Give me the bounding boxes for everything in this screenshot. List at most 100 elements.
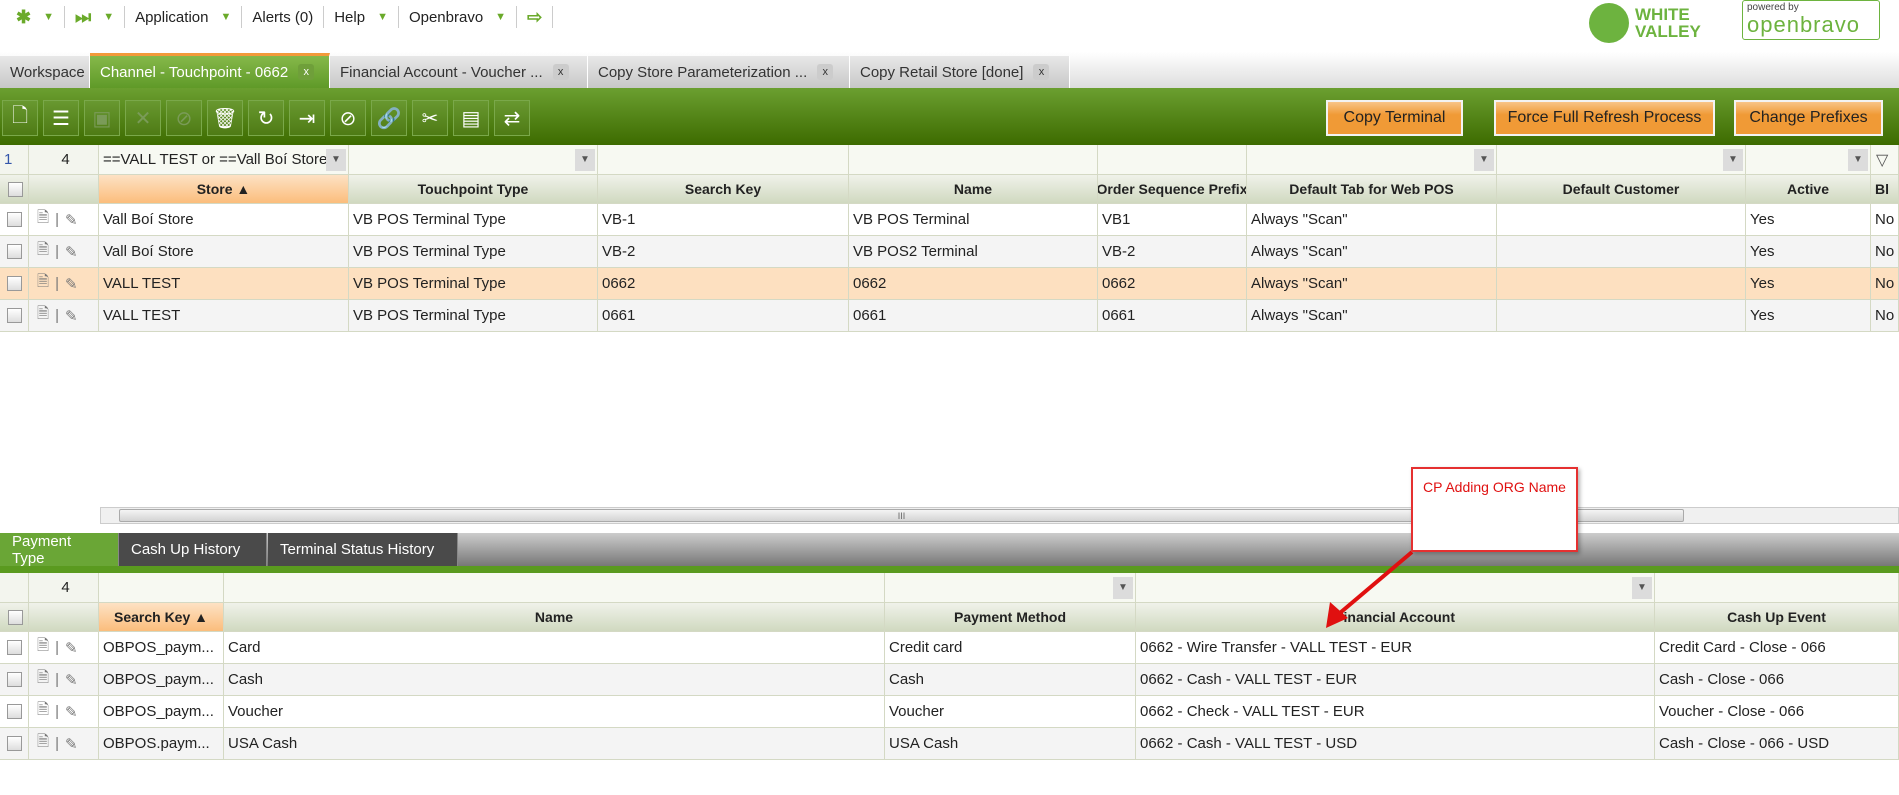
subtab-1[interactable]: Cash Up History: [119, 533, 267, 566]
column-header[interactable]: Order Sequence Prefix: [1098, 175, 1247, 203]
dropdown-arrow-icon[interactable]: ▼: [326, 149, 346, 171]
quick-create-menu[interactable]: ✱ ▼: [6, 6, 65, 28]
copy-terminal-button[interactable]: Copy Terminal: [1326, 100, 1463, 136]
close-icon[interactable]: x: [817, 64, 834, 80]
open-form-icon[interactable]: 🗎: [37, 635, 49, 660]
row-checkbox-cell[interactable]: [0, 696, 29, 727]
quick-launch-menu[interactable]: ⏭ ▼: [65, 6, 126, 28]
column-header[interactable]: Search Key: [598, 175, 849, 203]
close-icon[interactable]: x: [298, 64, 315, 80]
open-form-icon[interactable]: 🗎: [37, 731, 49, 756]
column-header[interactable]: Default Customer: [1497, 175, 1746, 203]
row-checkbox[interactable]: [7, 640, 22, 655]
open-form-icon[interactable]: 🗎: [37, 667, 49, 692]
subtab-2[interactable]: Terminal Status History: [268, 533, 458, 566]
open-form-icon[interactable]: 🗎: [37, 699, 49, 724]
tab-4[interactable]: Copy Retail Store [done] x: [850, 56, 1070, 88]
row-checkbox-cell[interactable]: [0, 664, 29, 695]
alerts-link[interactable]: Alerts (0): [242, 6, 325, 28]
column-header[interactable]: Bl: [1871, 175, 1899, 203]
column-header[interactable]: Name: [849, 175, 1098, 203]
row-checkbox[interactable]: [7, 212, 22, 227]
select-all-checkbox[interactable]: [8, 181, 23, 197]
refresh-button[interactable]: ↻: [248, 100, 284, 136]
change-prefixes-button[interactable]: Change Prefixes: [1734, 100, 1883, 136]
undo-button[interactable]: ✕: [125, 100, 161, 136]
dropdown-arrow-icon[interactable]: ▼: [1848, 149, 1868, 171]
filter-input[interactable]: ▼: [885, 573, 1136, 602]
row-checkbox[interactable]: [7, 308, 22, 323]
open-form-icon[interactable]: 🗎: [37, 271, 49, 296]
close-icon[interactable]: x: [552, 64, 569, 80]
row-checkbox[interactable]: [7, 736, 22, 751]
save-button[interactable]: ▣: [84, 100, 120, 136]
row-checkbox-cell[interactable]: [0, 728, 29, 759]
column-header[interactable]: Touchpoint Type: [349, 175, 598, 203]
horizontal-scrollbar[interactable]: III: [100, 507, 1899, 524]
new-row-button[interactable]: ☰: [43, 100, 79, 136]
filter-funnel-icon[interactable]: ▽: [1876, 150, 1888, 170]
row-checkbox-cell[interactable]: [0, 300, 29, 331]
user-menu[interactable]: Openbravo ▼: [399, 6, 518, 28]
close-icon[interactable]: x: [1033, 64, 1050, 80]
row-checkbox-cell[interactable]: [0, 204, 29, 235]
edit-pencil-icon[interactable]: ✎: [65, 211, 78, 229]
tab-3[interactable]: Copy Store Parameterization ... x: [588, 56, 850, 88]
column-header[interactable]: Name: [224, 603, 885, 631]
table-row[interactable]: 🗎 | ✎ OBPOS_paym... Voucher Voucher 0662 - Che…: [0, 696, 1899, 728]
filter-input[interactable]: [849, 145, 1098, 174]
filter-input[interactable]: ▼: [349, 145, 598, 174]
edit-pencil-icon[interactable]: ✎: [65, 703, 78, 721]
table-row[interactable]: 🗎 | ✎ Vall Boí Store VB POS Terminal Type VB-…: [0, 204, 1899, 236]
edit-pencil-icon[interactable]: ✎: [65, 735, 78, 753]
table-row[interactable]: 🗎 | ✎ Vall Boí Store VB POS Terminal Type VB-…: [0, 236, 1899, 268]
column-header[interactable]: Search Key ▲: [99, 603, 224, 631]
row-checkbox-cell[interactable]: [0, 632, 29, 663]
column-header[interactable]: Default Tab for Web POS: [1247, 175, 1497, 203]
column-header[interactable]: Payment Method: [885, 603, 1136, 631]
delete-button[interactable]: 🗑: [207, 100, 243, 136]
checklist-button[interactable]: ⇄: [494, 100, 530, 136]
filter-input[interactable]: [1655, 573, 1899, 602]
attachment-button[interactable]: ⊘: [330, 100, 366, 136]
filter-input[interactable]: [1098, 145, 1247, 174]
dropdown-arrow-icon[interactable]: ▼: [1723, 149, 1743, 171]
cancel-button[interactable]: ⊘: [166, 100, 202, 136]
edit-pencil-icon[interactable]: ✎: [65, 275, 78, 293]
open-form-icon[interactable]: 🗎: [37, 207, 49, 232]
tab-2[interactable]: Financial Account - Voucher ... x: [330, 56, 588, 88]
filter-input[interactable]: ▼: [1247, 145, 1497, 174]
select-all-checkbox-cell[interactable]: [0, 603, 29, 631]
filter-input[interactable]: [598, 145, 849, 174]
edit-pencil-icon[interactable]: ✎: [65, 307, 78, 325]
table-row[interactable]: 🗎 | ✎ OBPOS_paym... Card Credit card 0662 - Wi…: [0, 632, 1899, 664]
row-checkbox[interactable]: [7, 276, 22, 291]
table-row[interactable]: 🗎 | ✎ OBPOS_paym... Cash Cash 0662 - Cash - VA…: [0, 664, 1899, 696]
tab-0[interactable]: Workspace: [0, 56, 90, 88]
filter-input[interactable]: ▼: [1746, 145, 1871, 174]
row-checkbox[interactable]: [7, 704, 22, 719]
table-row[interactable]: 🗎 | ✎ VALL TEST VB POS Terminal Type 0662 0662…: [0, 268, 1899, 300]
filter-input[interactable]: ==VALL TEST or ==Vall Boí Store ▼: [99, 145, 349, 174]
tools-button[interactable]: ✂: [412, 100, 448, 136]
filter-input[interactable]: [99, 573, 224, 602]
filter-input[interactable]: ▼: [1497, 145, 1746, 174]
column-header[interactable]: Cash Up Event: [1655, 603, 1899, 631]
edit-pencil-icon[interactable]: ✎: [65, 243, 78, 261]
row-checkbox-cell[interactable]: [0, 268, 29, 299]
dropdown-arrow-icon[interactable]: ▼: [1632, 577, 1652, 599]
column-header[interactable]: Active: [1746, 175, 1871, 203]
dropdown-arrow-icon[interactable]: ▼: [1113, 577, 1133, 599]
link-button[interactable]: 🔗: [371, 100, 407, 136]
dropdown-arrow-icon[interactable]: ▼: [575, 149, 595, 171]
layout-button[interactable]: ▤: [453, 100, 489, 136]
column-header[interactable]: Store ▲: [99, 175, 349, 203]
force-full-refresh-button[interactable]: Force Full Refresh Process: [1494, 100, 1715, 136]
table-row[interactable]: 🗎 | ✎ OBPOS.paym... USA Cash USA Cash 0662 - C…: [0, 728, 1899, 760]
table-row[interactable]: 🗎 | ✎ VALL TEST VB POS Terminal Type 0661 0661…: [0, 300, 1899, 332]
row-checkbox[interactable]: [7, 672, 22, 687]
new-document-button[interactable]: 🗋: [2, 100, 38, 136]
open-form-icon[interactable]: 🗎: [37, 303, 49, 328]
filter-input[interactable]: [224, 573, 885, 602]
tab-1[interactable]: Channel - Touchpoint - 0662 x: [90, 53, 330, 88]
